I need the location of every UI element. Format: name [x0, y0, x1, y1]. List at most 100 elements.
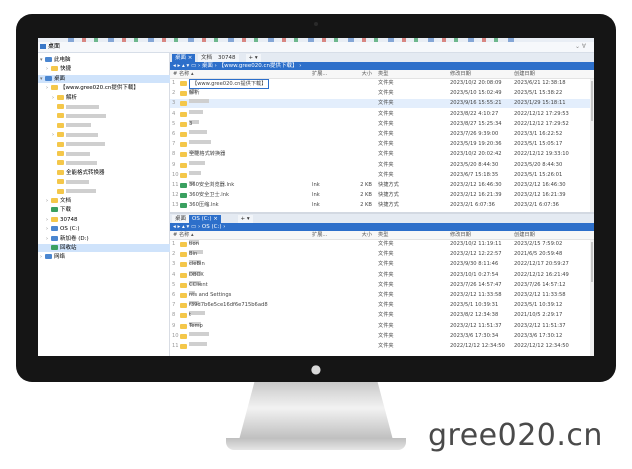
path-text: ◂ ▸ ▴ ▾ ▭ › OS (C:) ›: [173, 224, 226, 230]
table-row[interactable]: 1 【www.gree020.cn提供下载】 文件夹 2023/10/2 20:08:…: [170, 79, 594, 90]
tree-item[interactable]: [38, 188, 183, 196]
table-row[interactable]: 8 t 文件夹 2023/8/2 12:34:38 2021/10/5 2:29:17: [170, 311, 594, 319]
cell-type: 文件夹: [378, 271, 394, 278]
column-modified[interactable]: 修改日期: [450, 70, 471, 78]
tree-item-label: 此电脑: [54, 57, 71, 63]
column-type[interactable]: 类型: [378, 231, 388, 239]
table-row[interactable]: 5 3 文件夹 2023/8/27 15:25:34 2022/12/12 17:29:…: [170, 119, 594, 128]
table-row[interactable]: 7 f39d7b6e5ce16df6e715b6ad8 文件夹 2023/5/1 10…: [170, 301, 594, 309]
table-row[interactable]: 11 360安全浏览器.lnk lnk 2 KB 快捷方式 2023/2/12 16:46…: [170, 181, 594, 189]
tab-1[interactable]: 文档: [198, 54, 216, 62]
tree-item[interactable]: › 网络: [38, 253, 171, 261]
tree-item[interactable]: › 文档: [38, 197, 177, 205]
table-row[interactable]: 11 文件夹 2022/12/12 12:34:50 2022/12/12 12:34…: [170, 342, 594, 350]
watermark: gree020.cn: [428, 418, 603, 453]
tree-item-label: 全能格式转换器: [66, 169, 105, 176]
address-dropdown-icon[interactable]: ⌄ ∀: [575, 42, 586, 52]
cell-type: 文件夹: [378, 120, 394, 127]
path-bar[interactable]: ◂ ▸ ▴ ▾ ▭ › 桌面 › 【www.gree020.cn提供下载】 ›: [170, 62, 594, 70]
tree-item[interactable]: [38, 141, 183, 149]
table-row[interactable]: 3 cleBin 文件夹 2023/9/30 8:11:46 2022/12/17 20…: [170, 260, 594, 268]
tab-1[interactable]: OS (C:) ×: [189, 215, 221, 223]
tab-3[interactable]: + ▾: [245, 54, 261, 62]
tree-item[interactable]: [38, 178, 183, 186]
table-row[interactable]: 4 DBOX 文件夹 2023/10/1 0:27:54 2022/12/12 16:2…: [170, 270, 594, 279]
table-row[interactable]: 13 360压缩.lnk lnk 2 KB 快捷方式 2023/2/1 6:07:36 20…: [170, 201, 594, 209]
column-type[interactable]: 类型: [378, 70, 388, 78]
column-modified[interactable]: 修改日期: [450, 231, 471, 239]
column-size[interactable]: 大小: [348, 231, 372, 239]
tab-2[interactable]: + ▾: [237, 215, 253, 223]
cell-type: 文件夹: [378, 312, 394, 319]
file-name-text: cleBin: [189, 261, 205, 268]
scrollbar[interactable]: [590, 240, 594, 356]
tree-item[interactable]: › 快捷: [38, 65, 177, 73]
scrollbar[interactable]: [590, 79, 594, 212]
row-number: 8: [172, 312, 176, 319]
table-row[interactable]: 5 CClient 文件夹 2023/7/26 14:57:47 2023/7/26 1…: [170, 280, 594, 289]
table-row[interactable]: 4 文件夹 2023/8/22 4:10:27 2022/12/12 17:29:53: [170, 109, 594, 118]
table-row[interactable]: 6 文件夹 2023/7/26 9:39:00 2023/3/1 16:22:52: [170, 130, 594, 138]
tree-item[interactable]: 全能格式转换器: [38, 169, 183, 177]
tree-item[interactable]: › 30748: [38, 216, 177, 224]
tree-item[interactable]: ›: [38, 131, 183, 139]
cell-type: 文件夹: [378, 261, 394, 268]
column-created[interactable]: 创建日期: [514, 70, 535, 78]
column-name[interactable]: # 名称 ▴: [173, 70, 194, 78]
column-ext[interactable]: 扩展...: [312, 70, 327, 78]
tree-item[interactable]: [38, 150, 183, 158]
tree-item[interactable]: [38, 103, 183, 111]
column-name[interactable]: # 名称 ▴: [173, 231, 194, 239]
tab-2[interactable]: 30748: [215, 54, 239, 62]
tree-item-label: 30748: [60, 216, 78, 223]
cell-type: 文件夹: [378, 322, 394, 329]
tree-item[interactable]: [38, 112, 183, 120]
tab-0[interactable]: 桌面: [172, 215, 190, 223]
tree-item[interactable]: › OS (C:): [38, 225, 177, 233]
address-bar[interactable]: 桌面 ⌄ ∀: [38, 42, 594, 53]
tree-item[interactable]: › 解析: [38, 94, 183, 102]
scrollbar-thumb[interactable]: [591, 242, 593, 282]
table-row[interactable]: 6 nts and Settings 文件夹 2023/2/12 11:33:58 20…: [170, 291, 594, 299]
folder-icon: [57, 188, 64, 194]
tab-0[interactable]: 桌面 ×: [172, 54, 196, 62]
cell-type: 文件夹: [378, 100, 394, 107]
tree-item[interactable]: 下载: [38, 206, 177, 214]
table-row[interactable]: 8 全能格式转换器 文件夹 2023/10/2 20:02:42 2022/12/12 …: [170, 150, 594, 158]
table-row[interactable]: 7 文件夹 2023/5/19 19:20:36 2023/5/1 15:05:17: [170, 140, 594, 148]
column-ext[interactable]: 扩展...: [312, 231, 327, 239]
table-row[interactable]: 10 文件夹 2023/3/6 17:30:34 2023/3/6 17:30:12: [170, 331, 594, 340]
cell-created: 2021/6/5 20:59:48: [514, 251, 563, 258]
cell-modified: 2023/5/1 10:39:31: [450, 302, 499, 309]
tree-item[interactable]: › 【www.gree020.cn提供下载】: [38, 84, 177, 92]
table-row[interactable]: 10 文件夹 2023/6/7 15:18:35 2023/5/1 15:26:01: [170, 170, 594, 179]
cell-modified: 2023/8/22 4:10:27: [450, 110, 499, 117]
folder-icon: [180, 323, 187, 329]
column-created[interactable]: 创建日期: [514, 231, 535, 239]
cell-ext: lnk: [312, 192, 320, 199]
table-row[interactable]: 12 360安全卫士.lnk lnk 2 KB 快捷方式 2023/2/12 16:21:…: [170, 191, 594, 199]
tree-item[interactable]: ▾ 此电脑: [38, 56, 171, 64]
table-row[interactable]: 3 文件夹 2023/9/16 15:55:21 2023/1/29 15:18:11: [170, 99, 594, 108]
column-size[interactable]: 大小: [348, 70, 372, 78]
tree-item[interactable]: [38, 122, 183, 130]
file-name-text[interactable]: 【www.gree020.cn提供下载】: [189, 79, 270, 90]
cell-created: 2022/12/12 17:29:53: [514, 110, 569, 117]
folder-icon: [57, 122, 64, 128]
path-bar[interactable]: ◂ ▸ ▴ ▾ ▭ › OS (C:) ›: [170, 223, 594, 231]
row-number: 9: [172, 161, 176, 168]
tree-item[interactable]: 回收站: [38, 244, 177, 252]
tree-item[interactable]: ▾ 桌面: [38, 74, 171, 83]
table-row[interactable]: 9 Temp 文件夹 2023/2/12 11:51:37 2023/2/12 11:5…: [170, 321, 594, 330]
table-row[interactable]: 9 文件夹 2023/5/20 8:44:30 2023/5/20 8:44:30: [170, 160, 594, 169]
scrollbar-thumb[interactable]: [591, 81, 593, 121]
desktop-icon: [40, 44, 46, 49]
table-row[interactable]: 2 解析 文件夹 2023/5/10 15:02:49 2023/5/1 15:38:2…: [170, 89, 594, 97]
row-number: 5: [172, 281, 176, 288]
cell-size: 2 KB: [360, 202, 372, 209]
tree-item[interactable]: [38, 159, 183, 167]
table-row[interactable]: 2 Bin 文件夹 2023/2/12 12:22:57 2021/6/5 20:59:…: [170, 250, 594, 258]
table-row[interactable]: 1 tion 文件夹 2023/10/2 11:19:11 2023/2/15 7:59…: [170, 240, 594, 248]
blurred-label: [66, 123, 91, 128]
tree-item[interactable]: › 新加卷 (D:): [38, 235, 177, 243]
